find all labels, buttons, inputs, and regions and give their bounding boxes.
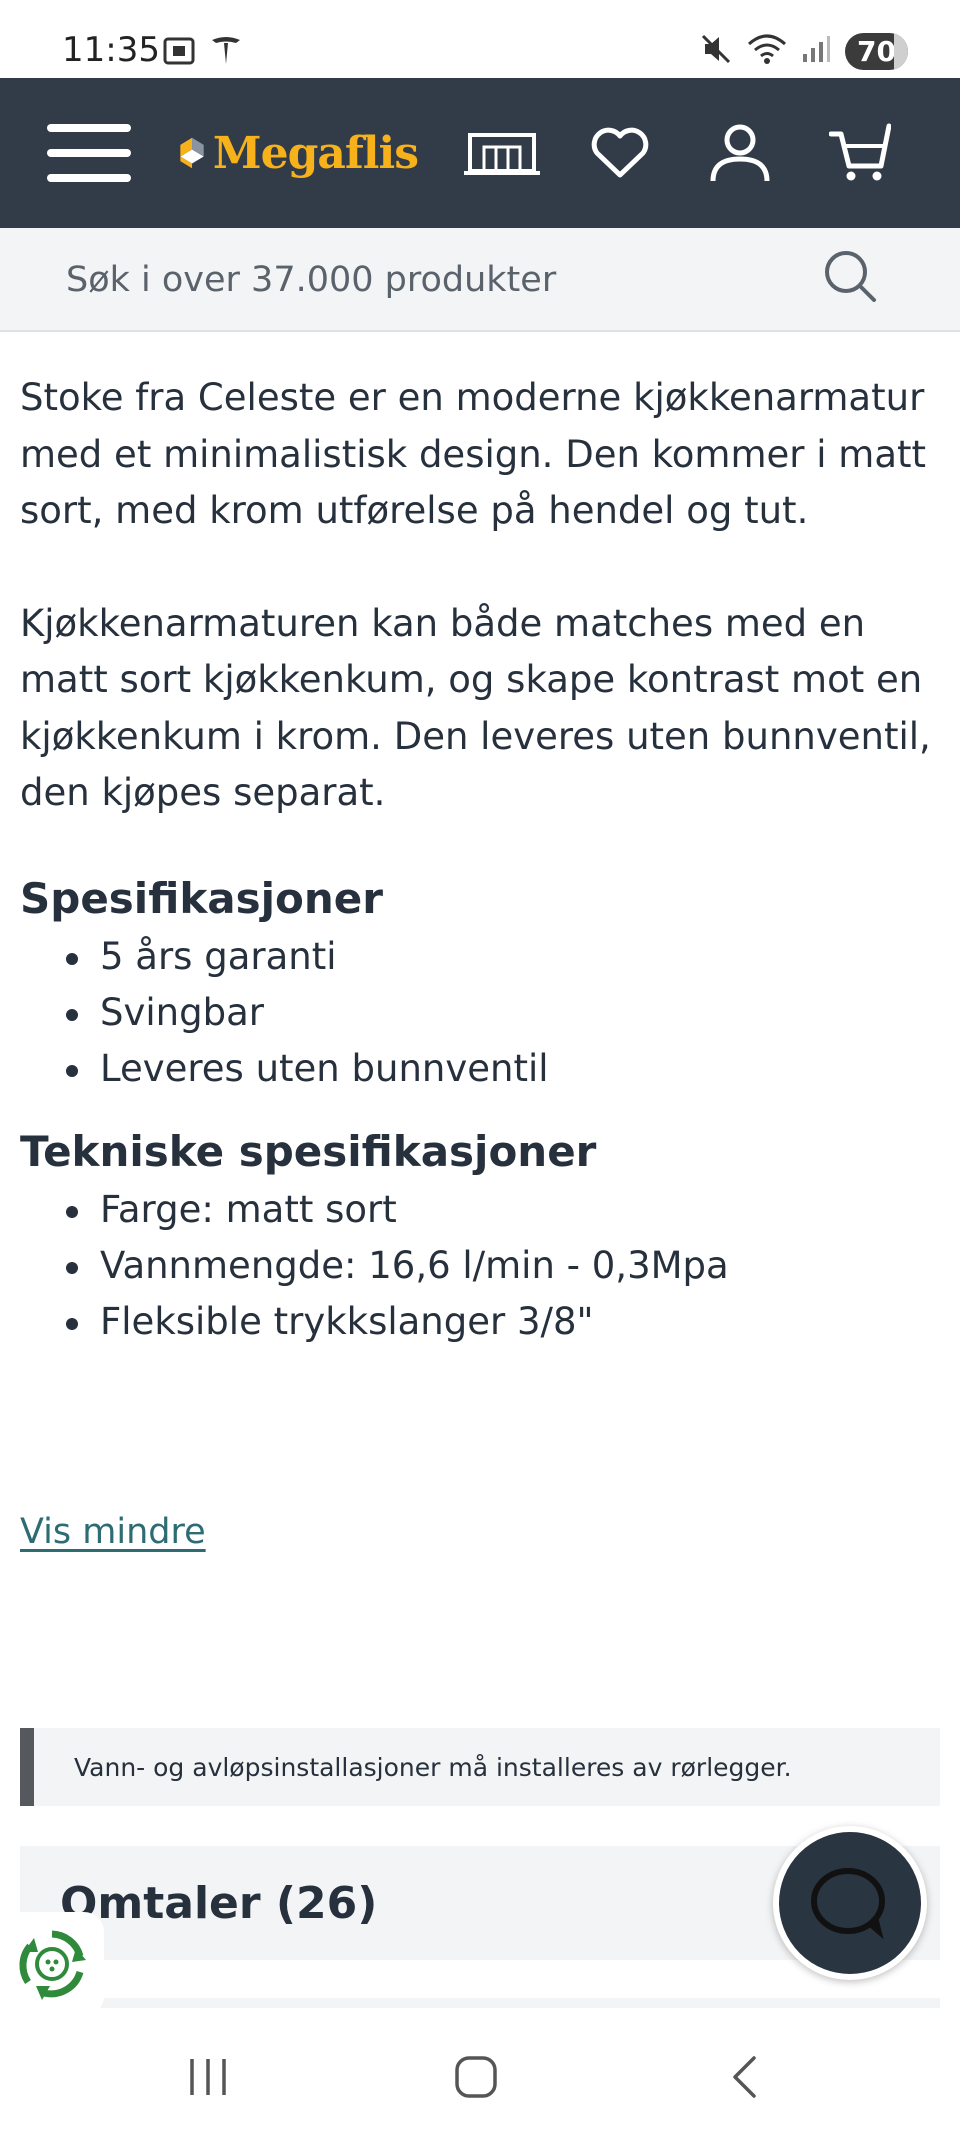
recent-apps-button[interactable] — [188, 2057, 228, 2101]
eco-recycle-icon — [19, 1930, 86, 2000]
cart-icon — [829, 123, 891, 181]
wishlist-button[interactable] — [586, 78, 654, 228]
search-bar — [0, 228, 960, 332]
notice-text: Vann- og avløpsinstallasjoner må install… — [74, 1752, 792, 1782]
list-item: Svingbar — [66, 985, 940, 1041]
showroom-button[interactable] — [462, 78, 542, 228]
description-paragraph: Stoke fra Celeste er en moderne kjøkkena… — [20, 376, 927, 532]
description-paragraph: Kjøkkenarmaturen kan både matches med en… — [20, 601, 931, 815]
list-item: Farge: matt sort — [66, 1182, 940, 1238]
megaflis-logo[interactable]: Megaflis — [178, 78, 419, 228]
list-item: 5 års garanti — [66, 929, 940, 985]
home-icon — [455, 2056, 497, 2098]
heart-icon — [591, 127, 649, 178]
search-icon — [825, 251, 876, 302]
eco-badge[interactable] — [0, 1912, 104, 2016]
status-time: 11:35 — [62, 30, 160, 70]
specs-title: Spesifikasjoner — [20, 873, 383, 923]
menu-button[interactable] — [44, 78, 134, 228]
system-nav-bar — [0, 2013, 960, 2133]
user-icon — [710, 124, 770, 182]
list-item: Fleksible trykkslanger 3/8" — [66, 1294, 940, 1350]
tech-specs-title: Tekniske spesifikasjoner — [20, 1126, 597, 1176]
cart-button[interactable] — [824, 78, 896, 228]
back-icon — [733, 2056, 756, 2098]
battery-indicator: 70 — [845, 32, 908, 70]
menu-icon — [47, 124, 131, 182]
wifi-icon — [747, 32, 787, 70]
home-button[interactable] — [454, 2055, 498, 2103]
back-button[interactable] — [730, 2055, 760, 2103]
recent-apps-icon — [190, 2059, 226, 2095]
showroom-icon — [464, 133, 540, 175]
specs-list: 5 års garanti Svingbar Leveres uten bunn… — [20, 929, 940, 1097]
search-button[interactable] — [822, 248, 878, 308]
chat-bubble-icon — [811, 1868, 885, 1940]
screenshot-icon — [162, 36, 196, 70]
signal-icon — [801, 34, 831, 68]
tech-specs-list: Farge: matt sort Vannmengde: 16,6 l/min … — [20, 1182, 940, 1350]
list-item: Vannmengde: 16,6 l/min - 0,3Mpa — [66, 1238, 940, 1294]
installation-notice: Vann- og avløpsinstallasjoner må install… — [20, 1728, 940, 1806]
site-header: Megaflis — [0, 78, 960, 228]
logo-text: Megaflis — [212, 127, 419, 179]
logo-mark-icon — [180, 137, 204, 169]
mute-icon — [699, 32, 733, 70]
tesla-icon — [210, 36, 242, 70]
show-less-link[interactable]: Vis mindre — [20, 1512, 206, 1552]
product-description: Stoke fra Celeste er en moderne kjøkkena… — [20, 370, 940, 1350]
next-section-strip — [20, 1998, 940, 2008]
account-button[interactable] — [704, 78, 776, 228]
status-bar: 11:35 70 — [0, 0, 960, 78]
reviews-label: Omtaler (26) — [60, 1877, 378, 1929]
list-item: Leveres uten bunnventil — [66, 1041, 940, 1097]
search-input[interactable] — [64, 252, 828, 308]
chat-button[interactable] — [773, 1826, 927, 1980]
